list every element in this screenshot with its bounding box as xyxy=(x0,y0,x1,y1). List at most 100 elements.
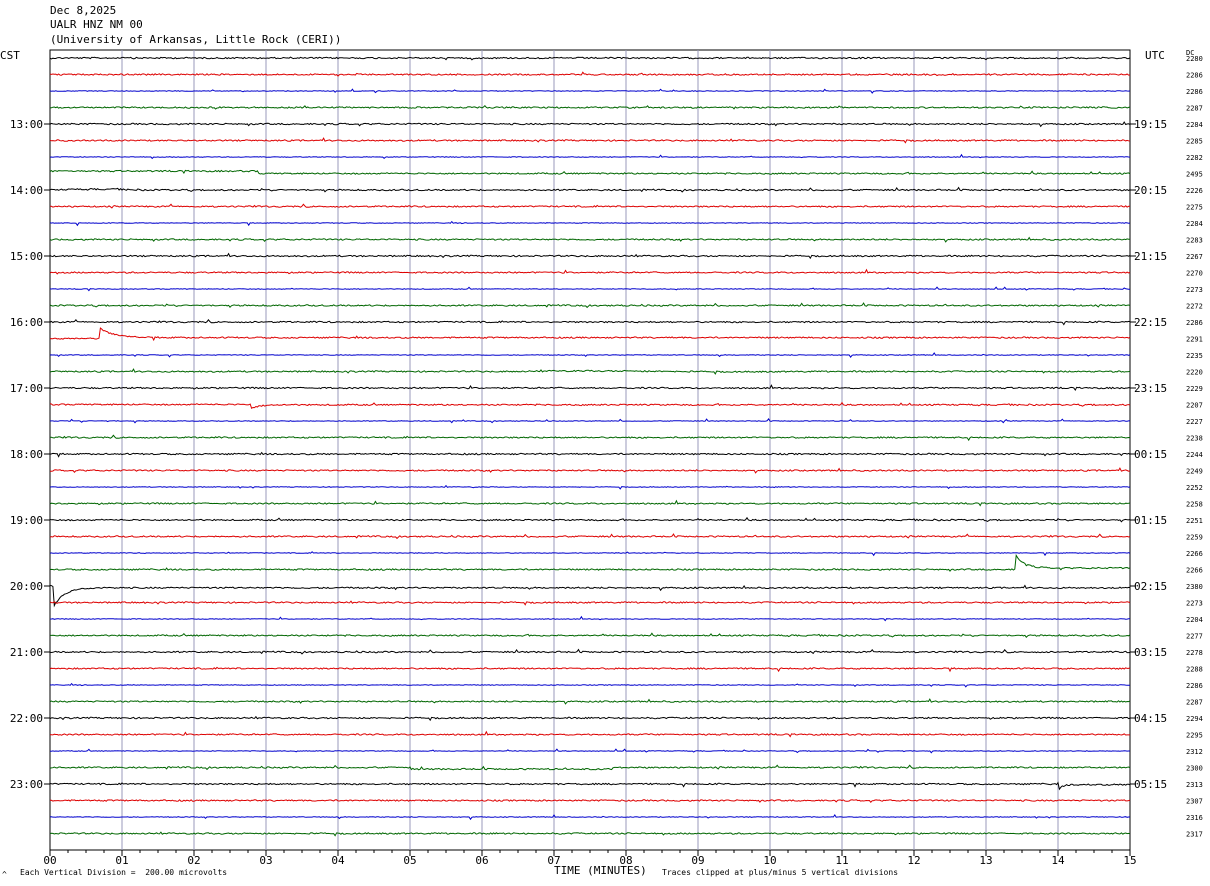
hour-label-right: 21:15 xyxy=(1134,250,1167,263)
seismic-trace xyxy=(49,352,1131,359)
x-tick-label: 02 xyxy=(187,854,200,867)
dc-value: 2278 xyxy=(1186,649,1203,657)
hour-label-left: 16:00 xyxy=(10,316,43,329)
seismic-trace xyxy=(49,88,1131,94)
x-tick-label: 09 xyxy=(691,854,704,867)
dc-value: 2286 xyxy=(1186,319,1203,327)
hour-label-left: 20:00 xyxy=(10,580,43,593)
seismic-trace xyxy=(49,71,1131,77)
seismic-trace xyxy=(49,698,1131,705)
seismic-trace xyxy=(49,401,1131,410)
dc-value: 2287 xyxy=(1186,699,1203,707)
seismic-trace xyxy=(49,236,1130,243)
hour-label-right: 01:15 xyxy=(1134,514,1167,527)
seismic-trace xyxy=(49,286,1130,292)
dc-value: 2380 xyxy=(1186,583,1203,591)
dc-value: 2307 xyxy=(1186,798,1203,806)
dc-value: 2286 xyxy=(1186,72,1203,80)
hour-label-right: 23:15 xyxy=(1134,382,1167,395)
dc-value: 2282 xyxy=(1186,154,1203,162)
seismic-trace xyxy=(49,220,1131,227)
scale-note: Each Vertical Division = 200.00 microvol… xyxy=(20,868,228,877)
seismic-trace xyxy=(50,467,1131,474)
x-tick-label: 14 xyxy=(1051,854,1065,867)
dc-value: 2220 xyxy=(1186,369,1203,377)
hour-label-right: 00:15 xyxy=(1134,448,1167,461)
dc-value: 2284 xyxy=(1186,220,1203,228)
dc-value: 2272 xyxy=(1186,303,1203,311)
seismic-trace xyxy=(50,632,1131,638)
seismic-trace xyxy=(49,318,1131,326)
x-axis-title: TIME (MINUTES) xyxy=(554,864,647,877)
x-tick-label: 11 xyxy=(835,854,848,867)
hour-label-right: 20:15 xyxy=(1134,184,1167,197)
dc-value: 2317 xyxy=(1186,831,1203,839)
plot-frame xyxy=(49,49,1131,851)
seismic-trace xyxy=(49,648,1131,655)
seismic-trace xyxy=(49,153,1131,160)
hour-label-left: 14:00 xyxy=(10,184,43,197)
seismic-trace xyxy=(49,715,1131,722)
x-tick-label: 04 xyxy=(331,854,345,867)
x-tick-label: 05 xyxy=(403,854,416,867)
seismic-trace xyxy=(50,434,1131,442)
clip-note: Traces clipped at plus/minus 5 vertical … xyxy=(662,868,899,877)
dc-value: 2266 xyxy=(1186,550,1203,558)
seismic-trace xyxy=(49,384,1131,391)
x-tick-label: 13 xyxy=(979,854,992,867)
hour-label-right: 05:15 xyxy=(1134,778,1167,791)
dc-value: 2287 xyxy=(1186,105,1203,113)
hour-label-left: 21:00 xyxy=(10,646,43,659)
dc-value: 2295 xyxy=(1186,732,1203,740)
seismic-trace xyxy=(49,764,1131,771)
seismic-trace xyxy=(49,56,1131,61)
seismic-trace xyxy=(49,203,1130,209)
seismic-trace xyxy=(49,186,1131,193)
hour-label-left: 23:00 xyxy=(10,778,43,791)
seismic-trace xyxy=(49,268,1131,275)
dc-value: 2284 xyxy=(1186,121,1203,129)
dc-value: 2300 xyxy=(1186,765,1203,773)
seismic-trace xyxy=(49,121,1131,128)
x-tick-label: 01 xyxy=(115,854,128,867)
seismic-trace xyxy=(49,418,1131,424)
seismic-trace xyxy=(50,730,1130,738)
dc-value: 2275 xyxy=(1186,204,1203,212)
dc-value: 2273 xyxy=(1186,600,1203,608)
seismic-trace xyxy=(49,368,1131,375)
dc-value: 2316 xyxy=(1186,814,1203,822)
x-tick-label: 10 xyxy=(763,854,776,867)
seismic-trace xyxy=(49,327,1131,342)
dc-value: 2226 xyxy=(1186,187,1203,195)
dc-value: 2238 xyxy=(1186,435,1203,443)
seismic-trace xyxy=(49,682,1131,688)
dc-value: 2283 xyxy=(1186,237,1203,245)
seismogram-plot: 00 01 02 03 04 05 06 07 08 09 10 11 12 13 14 1522802286… xyxy=(10,49,1203,867)
seismic-trace xyxy=(49,499,1131,507)
seismic-trace xyxy=(49,600,1131,606)
dc-value: 2294 xyxy=(1186,715,1203,723)
hour-label-right: 03:15 xyxy=(1134,646,1167,659)
dc-value: 2267 xyxy=(1186,253,1203,261)
seismic-trace xyxy=(49,781,1131,791)
x-tick-label: 00 xyxy=(43,854,56,867)
hour-label-left: 19:00 xyxy=(10,514,43,527)
hour-label-right: 19:15 xyxy=(1134,118,1167,131)
dc-value: 2251 xyxy=(1186,517,1203,525)
dc-value: 2280 xyxy=(1186,55,1203,63)
hour-label-left: 22:00 xyxy=(10,712,43,725)
seismic-trace xyxy=(49,813,1131,821)
x-tick-label: 12 xyxy=(907,854,920,867)
seismic-trace xyxy=(49,666,1131,673)
seismic-trace xyxy=(49,553,1131,572)
dc-value: 2266 xyxy=(1186,567,1203,575)
seismic-trace xyxy=(49,104,1131,110)
seismic-trace xyxy=(49,533,1131,540)
x-tick-label: 15 xyxy=(1123,854,1136,867)
dc-value: 2270 xyxy=(1186,270,1203,278)
seismic-trace xyxy=(49,169,1131,175)
dc-value: 2207 xyxy=(1186,402,1203,410)
dc-value: 2244 xyxy=(1186,451,1203,459)
seismic-trace xyxy=(49,516,1131,523)
dc-value: 2495 xyxy=(1186,171,1203,179)
